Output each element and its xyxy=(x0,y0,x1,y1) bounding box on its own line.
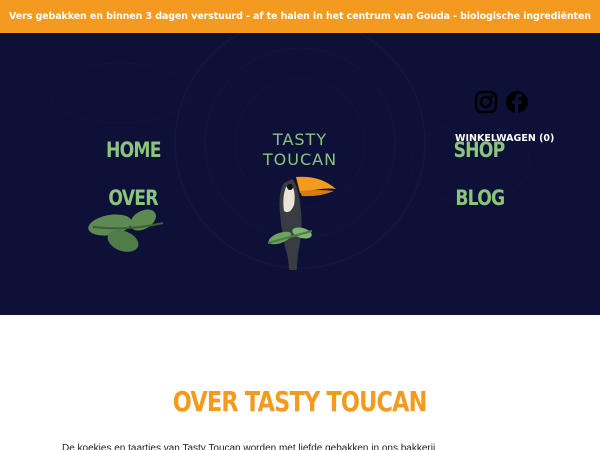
leaf-decoration xyxy=(88,209,164,252)
about-title: OVER TASTY TOUCAN xyxy=(0,385,600,418)
nav-blog[interactable]: BLOG xyxy=(455,186,505,210)
instagram-icon[interactable] xyxy=(473,88,499,116)
announcement-text: Vers gebakken en binnen 3 dagen verstuur… xyxy=(9,11,591,22)
announcement-bar: Vers gebakken en binnen 3 dagen verstuur… xyxy=(0,0,600,33)
nav-over[interactable]: OVER xyxy=(108,186,158,210)
hero-wave-edge xyxy=(0,270,600,308)
nav-home[interactable]: HOME xyxy=(106,138,161,162)
facebook-icon[interactable] xyxy=(504,88,530,116)
cart-link[interactable]: WINKELWAGEN (0) xyxy=(455,133,554,144)
logo-line2: TOUCAN xyxy=(262,150,337,169)
tasty-toucan-logo[interactable]: TASTY TOUCAN xyxy=(250,123,350,283)
about-title-text: OVER TASTY TOUCAN xyxy=(173,385,428,418)
about-intro-text: De koekjes en taartjes van Tasty Toucan … xyxy=(62,443,436,450)
logo-line1: TASTY xyxy=(272,130,327,149)
